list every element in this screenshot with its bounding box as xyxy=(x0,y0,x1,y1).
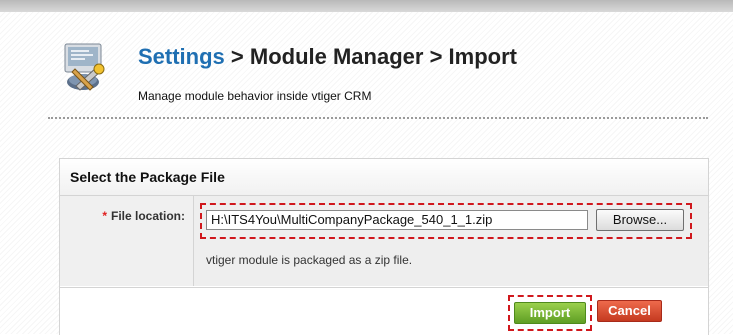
top-bar xyxy=(0,0,733,12)
import-form-panel: Select the Package File * File location: … xyxy=(59,158,709,336)
dotted-divider xyxy=(48,117,708,119)
panel-header: Select the Package File xyxy=(60,159,708,196)
file-location-label-text: File location: xyxy=(110,209,185,223)
file-location-label-cell: * File location: xyxy=(60,196,194,286)
page-title: Settings > Module Manager > Import xyxy=(138,44,517,70)
breadcrumb-import: Import xyxy=(448,44,517,69)
browse-button[interactable]: Browse... xyxy=(596,209,684,231)
file-input-highlight: H:\ITS4You\MultiCompanyPackage_540_1_1.z… xyxy=(200,203,692,239)
import-button[interactable]: Import xyxy=(514,302,586,324)
import-button-highlight: Import xyxy=(508,295,592,331)
page-subtitle: Manage module behavior inside vtiger CRM xyxy=(138,89,372,103)
breadcrumb-separator: > xyxy=(423,44,449,69)
breadcrumb-module-manager: Module Manager xyxy=(249,44,424,69)
cancel-button[interactable]: Cancel xyxy=(597,300,662,322)
file-location-input[interactable]: H:\ITS4You\MultiCompanyPackage_540_1_1.z… xyxy=(206,210,588,230)
file-location-value-cell: H:\ITS4You\MultiCompanyPackage_540_1_1.z… xyxy=(194,196,708,286)
settings-link[interactable]: Settings xyxy=(138,44,225,69)
required-marker: * xyxy=(102,209,107,223)
form-footer: Import Cancel xyxy=(60,287,708,336)
file-location-label: * File location: xyxy=(102,209,185,223)
breadcrumb-separator: > xyxy=(224,44,250,69)
file-help-text: vtiger module is packaged as a zip file. xyxy=(206,253,413,267)
settings-tools-icon xyxy=(64,43,105,91)
panel-title: Select the Package File xyxy=(70,169,225,185)
